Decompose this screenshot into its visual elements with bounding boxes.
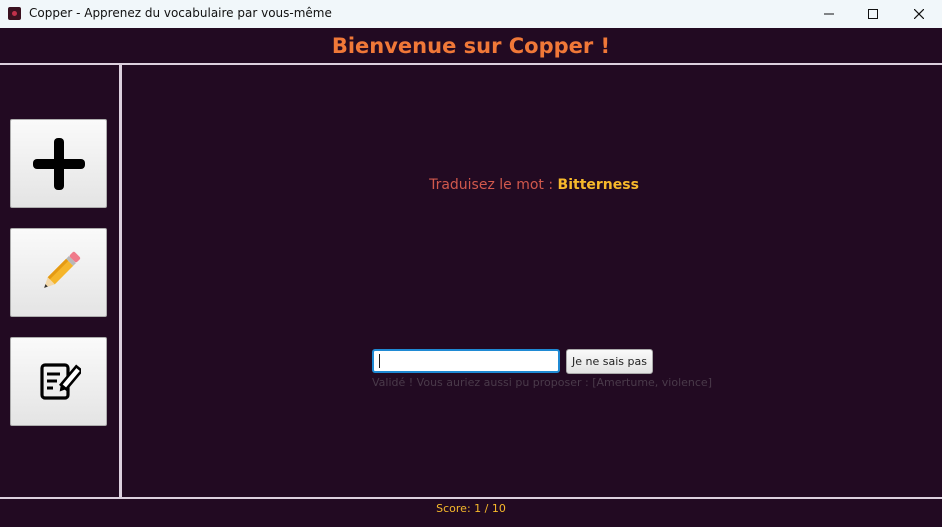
feedback-message: Validé ! Vous auriez aussi pu proposer :… <box>372 376 712 389</box>
close-button[interactable] <box>896 0 942 28</box>
page-title: Bienvenue sur Copper ! <box>331 33 611 58</box>
notes-button[interactable] <box>10 337 107 426</box>
add-button[interactable] <box>10 119 107 208</box>
sidebar-divider <box>119 65 122 497</box>
edit-document-icon <box>39 362 81 400</box>
maximize-icon <box>868 9 878 19</box>
header-divider <box>0 63 942 65</box>
text-caret <box>379 354 380 368</box>
minimize-button[interactable] <box>806 0 852 28</box>
close-icon <box>914 9 924 19</box>
score-label: Score: 1 / 10 <box>436 502 506 515</box>
copper-app-icon <box>8 7 21 20</box>
dont-know-button[interactable]: Je ne sais pas <box>566 349 653 374</box>
edit-button[interactable] <box>10 228 107 317</box>
quiz-prompt: Traduisez le mot : Bitterness <box>0 177 942 193</box>
prompt-word: Bitterness <box>557 177 639 193</box>
footer-divider <box>0 497 942 499</box>
window-titlebar: Copper - Apprenez du vocabulaire par vou… <box>0 0 942 28</box>
app-header: Bienvenue sur Copper ! <box>0 28 942 63</box>
prompt-label: Traduisez le mot : <box>429 177 554 193</box>
maximize-button[interactable] <box>850 0 896 28</box>
pencil-icon <box>43 251 80 288</box>
window-title: Copper - Apprenez du vocabulaire par vou… <box>29 6 332 20</box>
answer-input[interactable] <box>372 349 560 373</box>
minimize-icon <box>824 13 834 15</box>
